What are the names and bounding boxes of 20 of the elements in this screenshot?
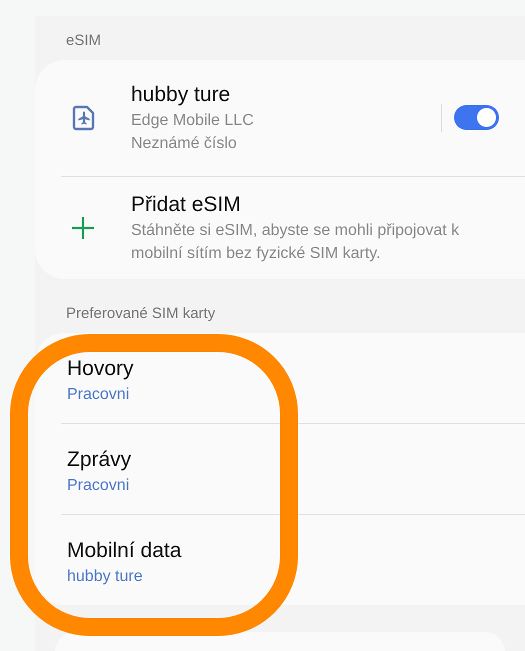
row-title: hubby ture — [131, 82, 232, 108]
row-title: Přidat eSIM — [131, 192, 242, 218]
row-subtitle: Neznámé číslo — [131, 134, 238, 154]
row-title: Mobilní data — [67, 538, 182, 564]
row-title: Hovory — [67, 356, 135, 382]
row-value: Pracovni — [67, 476, 130, 496]
section-header: eSIM — [65, 31, 102, 51]
row-subtitle: Stáhněte si eSIM, abyste se mohli připojovat k mobilní sítím bez fyzické SIM karty. — [131, 220, 460, 264]
preference-row[interactable]: Mobilní data hubby ture — [61, 514, 525, 605]
preference-row[interactable]: Zprávy Pracovni — [61, 423, 525, 514]
row-subtitle: Edge Mobile LLC — [131, 110, 255, 130]
plus-icon — [70, 214, 96, 240]
row-title: Zprávy — [67, 447, 132, 473]
row-value: hubby ture — [67, 567, 144, 587]
toggle-switch[interactable] — [454, 105, 499, 130]
add-esim-row[interactable]: Přidat eSIM Stáhněte si eSIM, abyste se mohli připojovat k mobilní sítím bez fyzické SIM karty. — [61, 176, 525, 278]
preference-row[interactable]: Hovory Pracovni — [61, 333, 525, 423]
row-value: Pracovni — [67, 385, 130, 405]
esim-row[interactable]: hubby ture Edge Mobile LLC Neznámé číslo — [61, 60, 525, 176]
section-header: Preferované SIM karty — [65, 304, 216, 324]
